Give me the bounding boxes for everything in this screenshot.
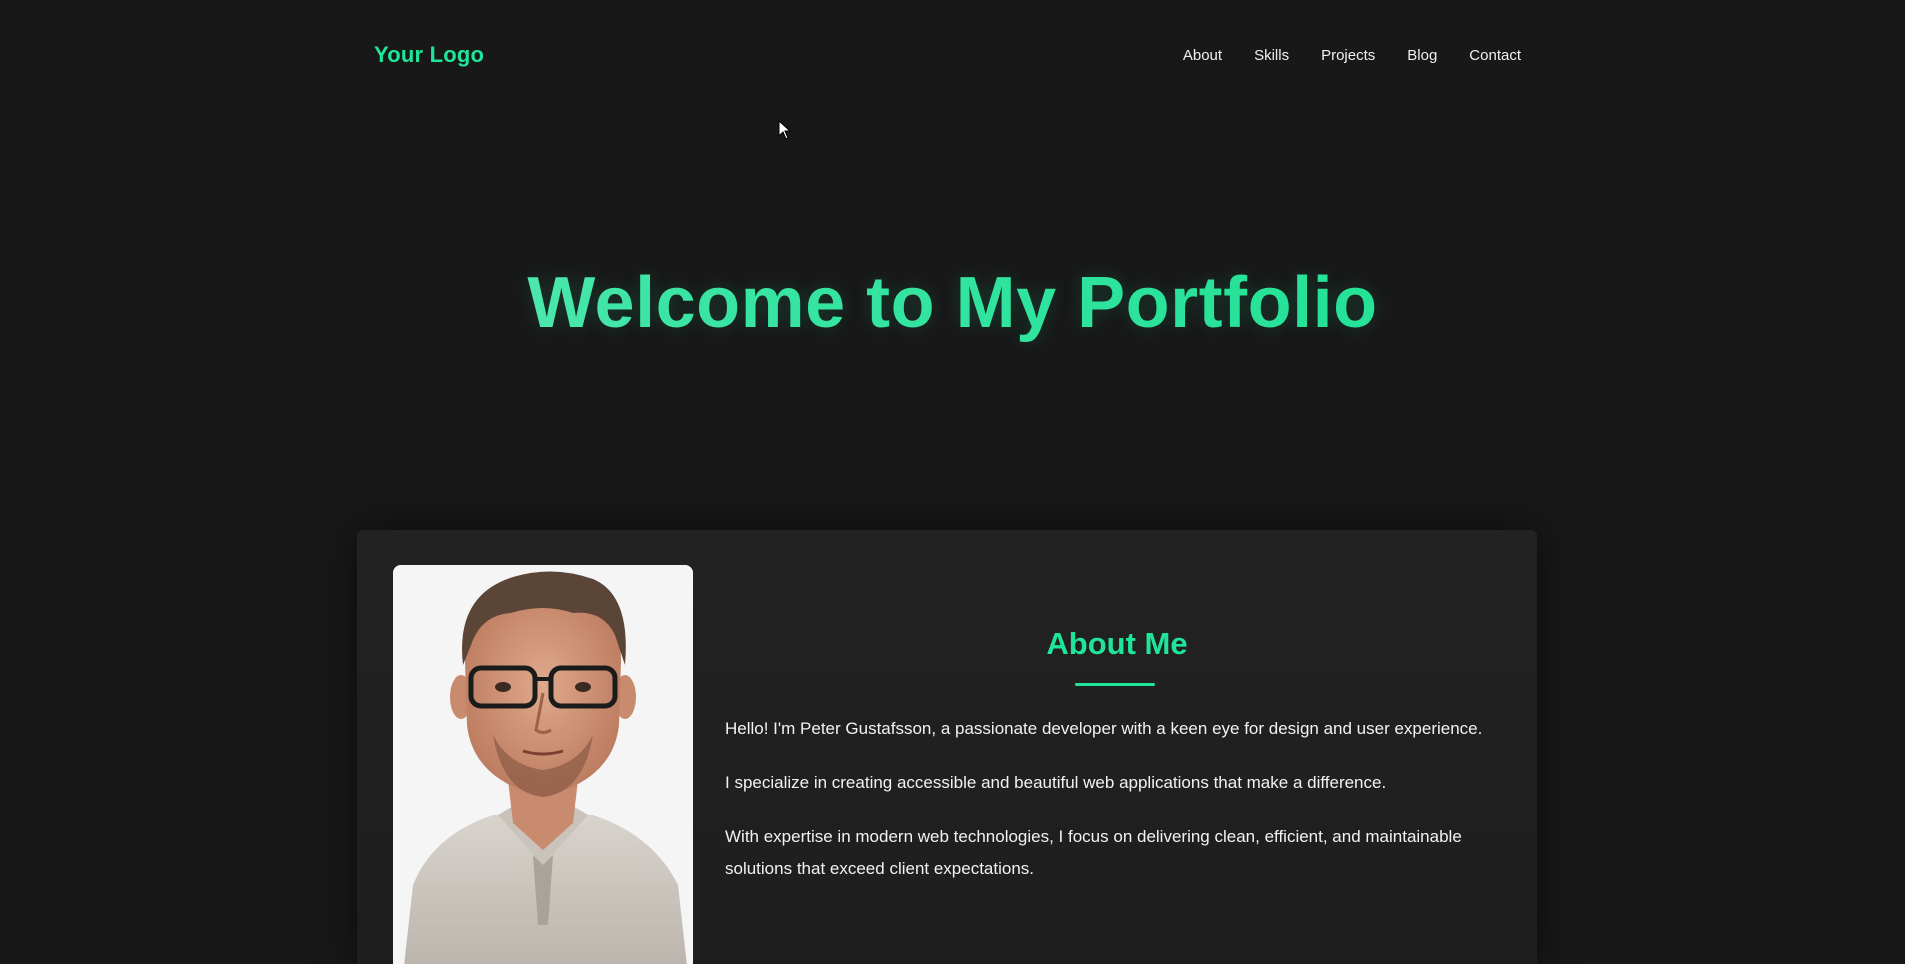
profile-portrait-image (393, 565, 693, 964)
profile-photo (393, 565, 693, 964)
about-heading: About Me (1046, 626, 1188, 661)
about-paragraph: With expertise in modern web technologie… (725, 827, 1462, 878)
nav-link-contact[interactable]: Contact (1469, 47, 1521, 64)
nav-link-skills[interactable]: Skills (1254, 47, 1289, 64)
nav-link-blog[interactable]: Blog (1407, 47, 1437, 64)
about-paragraph: I specialize in creating accessible and … (725, 773, 1387, 792)
about-section: About Me Hello! I'm Peter Gustafsson, a … (357, 530, 1537, 964)
about-text: Hello! I'm Peter Gustafsson, a passionat… (725, 713, 1505, 907)
site-header: Your Logo About Skills Projects Blog Con… (0, 0, 1905, 118)
mouse-pointer-icon (778, 120, 792, 140)
site-logo[interactable]: Your Logo (374, 42, 484, 68)
main-nav: About Skills Projects Blog Contact (1183, 47, 1521, 64)
nav-link-about[interactable]: About (1183, 47, 1222, 64)
hero-title: Welcome to My Portfolio (0, 262, 1905, 344)
portfolio-page: Your Logo About Skills Projects Blog Con… (0, 0, 1905, 964)
nav-link-projects[interactable]: Projects (1321, 47, 1375, 64)
about-paragraph: Hello! I'm Peter Gustafsson, a passionat… (725, 719, 1483, 738)
heading-underline (1075, 683, 1155, 686)
